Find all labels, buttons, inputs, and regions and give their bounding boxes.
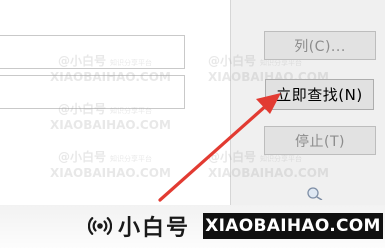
brand-logo: 小白号 [88, 210, 190, 242]
search-now-button[interactable]: 立即查找(N) [265, 79, 374, 110]
brand-name: 小白号 [118, 216, 191, 241]
broadcast-icon [88, 217, 112, 235]
search-field-2[interactable] [0, 75, 185, 109]
columns-button[interactable]: 列(C)... [264, 31, 376, 60]
search-field-1[interactable] [0, 35, 185, 69]
search-now-button-label: 立即查找(N) [276, 86, 363, 104]
stop-button-label: 停止(T) [295, 133, 345, 150]
brand-url: XIAOBAIHAO.COM [203, 213, 383, 239]
magnifier-icon [307, 187, 323, 200]
stop-button[interactable]: 停止(T) [264, 126, 376, 155]
results-list-panel [0, 0, 231, 205]
columns-button-label: 列(C)... [294, 38, 346, 55]
